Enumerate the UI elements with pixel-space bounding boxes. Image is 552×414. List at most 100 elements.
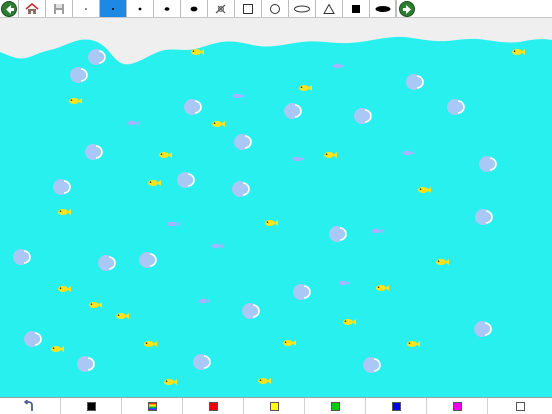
triangle-outline-button[interactable] [316,0,343,17]
sky-area [0,18,552,65]
bubble [475,209,493,225]
blue-fish [211,243,223,249]
gold-fish [343,319,356,325]
color-yellow-swatch [269,401,279,411]
color-rainbow-swatch [147,401,157,411]
aquarium-drawing [0,18,552,385]
filled-ellipse-button[interactable] [369,0,396,17]
gold-fish [144,341,157,347]
brush-small-button[interactable] [100,0,127,17]
gold-fish [376,285,389,291]
ellipse-outline-button[interactable] [289,0,316,17]
bubble [139,252,157,268]
color-magenta-swatch [452,401,462,411]
circle-outline-icon [270,3,280,14]
bubble [363,357,381,373]
bubble [293,284,311,300]
save-button[interactable] [46,0,73,17]
color-blue-button[interactable] [366,398,427,414]
bubble [193,354,211,370]
undo-button[interactable] [0,398,61,414]
gold-fish [407,341,420,347]
color-green-button[interactable] [305,398,366,414]
color-magenta-button[interactable] [427,398,488,414]
gold-fish [512,49,525,55]
forward-arrow-icon[interactable] [399,1,415,17]
bubble [53,179,71,195]
bubble [406,74,424,90]
stamp-icon [215,4,226,13]
gold-fish [212,121,225,127]
bubble [284,103,302,119]
blue-fish [371,228,383,234]
brush-tiny-button[interactable] [73,0,100,17]
gold-fish [51,346,64,352]
bubble [234,134,252,150]
stamp-button[interactable] [208,0,235,17]
home-icon [25,2,39,14]
bubble [232,181,250,197]
drawing-canvas[interactable] [0,18,552,397]
top-toolbar [0,0,552,18]
bubble [88,49,106,65]
undo-icon [24,400,33,411]
brush-oval-large-icon [190,6,198,11]
blue-fish [127,120,139,126]
bubble [474,321,492,337]
brush-small-dot-icon [112,7,114,10]
gold-fish [258,378,271,384]
gold-fish [148,180,161,186]
blue-fish [198,298,210,304]
brush-oval-small-icon [164,6,170,11]
gold-fish [436,259,449,265]
bubble [98,255,116,271]
bubble [479,156,497,172]
circle-outline-button[interactable] [262,0,289,17]
gold-fish [418,187,431,193]
gold-fish [265,220,278,226]
color-black-swatch [86,401,96,411]
paint-app [0,0,552,414]
blue-fish [402,150,414,156]
bubble [177,172,195,188]
color-green-swatch [330,401,340,411]
bubble [354,108,372,124]
blue-fish [292,156,304,162]
blue-fish [332,63,344,69]
bubbles-layer [13,49,497,373]
color-red-button[interactable] [183,398,244,414]
color-red-swatch [208,401,218,411]
gold-fish [69,98,82,104]
color-rainbow-button[interactable] [122,398,183,414]
brush-medium-button[interactable] [127,0,154,17]
gold-fish [283,340,296,346]
bubble [70,67,88,83]
ellipse-outline-icon [294,5,310,12]
bubble [77,356,95,372]
home-button[interactable] [19,0,46,17]
gold-fish [299,85,312,91]
rectangle-outline-button[interactable] [235,0,262,17]
brush-oval-large-button[interactable] [181,0,208,17]
blue-fish [232,93,244,99]
bubble [447,99,465,115]
bubble [24,331,42,347]
color-white-swatch [515,401,525,411]
brush-oval-small-button[interactable] [154,0,181,17]
gold-fish [58,209,71,215]
bubble [242,303,260,319]
back-arrow-icon[interactable] [1,1,17,17]
gold-fish [58,286,71,292]
filled-square-button[interactable] [343,0,370,17]
color-black-button[interactable] [61,398,122,414]
color-palette [0,397,552,414]
rectangle-outline-icon [243,3,253,14]
gold-fish [159,152,172,158]
gold-fish [324,152,337,158]
color-white-button[interactable] [488,398,552,414]
filled-ellipse-icon [375,5,390,12]
filled-square-icon [352,4,360,13]
brush-medium-dot-icon [138,7,142,10]
color-yellow-button[interactable] [244,398,305,414]
color-blue-swatch [391,401,401,411]
